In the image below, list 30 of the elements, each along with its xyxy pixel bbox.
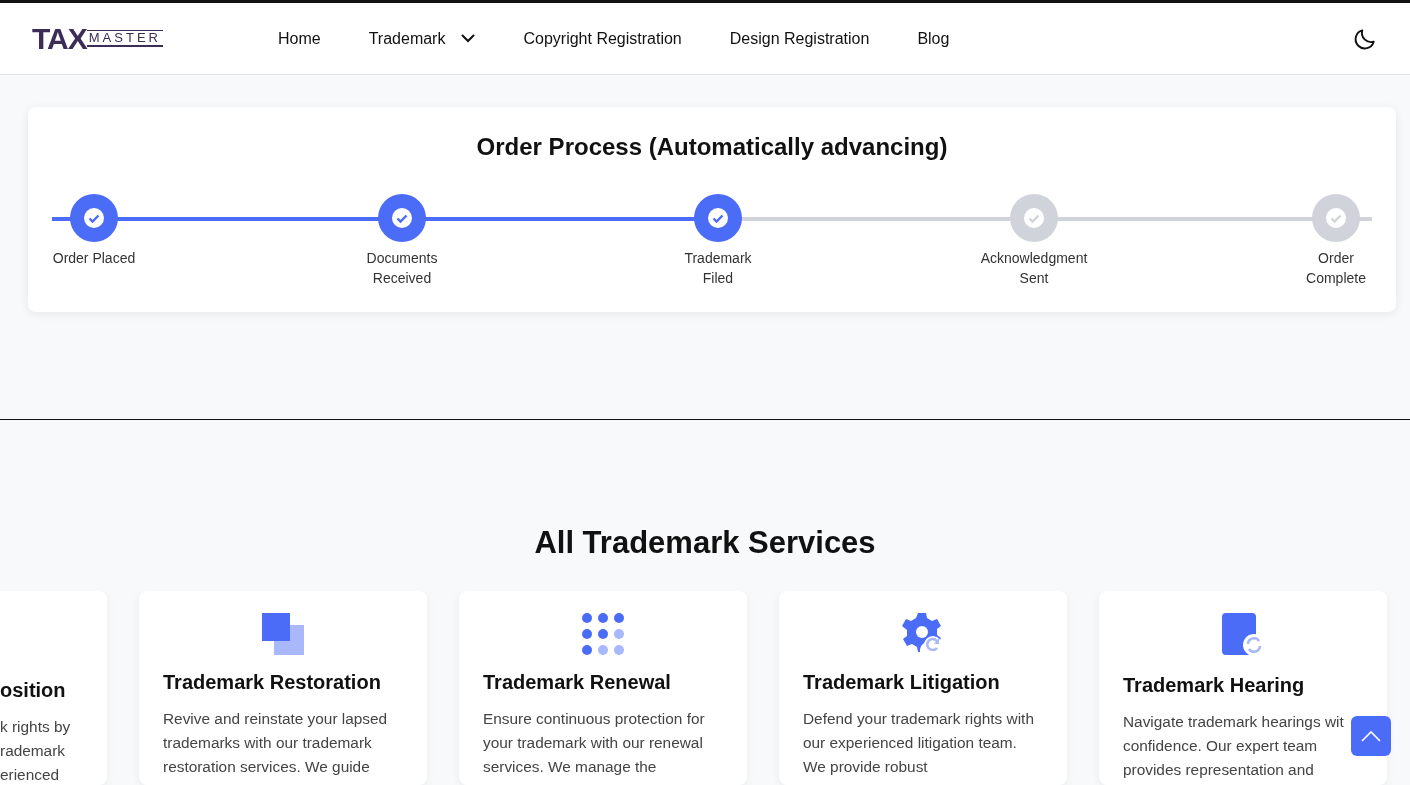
nav-link[interactable]: Copyright Registration bbox=[523, 26, 682, 51]
logo-wordmark[interactable]: MASTER bbox=[86, 29, 163, 48]
dots-grid-icon bbox=[582, 613, 624, 656]
step-label: Order Complete bbox=[1305, 248, 1367, 288]
section-title: All Trademark Services bbox=[533, 524, 877, 562]
section-title: Order Process (Automatically advancing) bbox=[475, 133, 949, 162]
card-text: Ensure continuous protection for your trademark with our renewal services. We manage the bbox=[483, 709, 706, 778]
squares-icon bbox=[262, 613, 304, 656]
logo-mark[interactable]: TAX bbox=[32, 23, 87, 54]
card-text: Defend your trademark rights with our experienced litigation team. We provide robust bbox=[803, 709, 1035, 778]
chevron-up-icon[interactable] bbox=[1361, 730, 1381, 742]
step-label: Order Placed bbox=[52, 248, 136, 268]
nav-link[interactable]: Blog bbox=[917, 26, 950, 51]
step-label: Trademark Filed bbox=[683, 248, 753, 288]
card-title: Trademark Litigation bbox=[803, 670, 1001, 696]
document-sync-icon bbox=[1222, 613, 1264, 656]
nav-link[interactable]: Design Registration bbox=[729, 26, 870, 51]
back-to-top-button[interactable] bbox=[1351, 716, 1391, 756]
nav-link[interactable]: Home bbox=[278, 26, 321, 51]
card-title: Trademark Restoration bbox=[163, 670, 382, 696]
card-text: Navigate trademark hearings wit confidence. Our expert team provides representation and bbox=[1123, 712, 1345, 781]
chevron-down-icon[interactable] bbox=[461, 34, 476, 43]
card-title: osition bbox=[0, 678, 67, 704]
step-label: Acknowledgment Sent bbox=[980, 248, 1088, 288]
card-title: Trademark Hearing bbox=[1123, 673, 1306, 699]
step-label: Documents Received bbox=[365, 248, 439, 288]
nav-dropdown[interactable]: Trademark bbox=[368, 26, 446, 51]
card-text: Revive and reinstate your lapsed trademarks with our trademark restoration services. We guide bbox=[163, 709, 389, 778]
card-text: k rights by rademark erienced bbox=[0, 717, 72, 785]
card-title: Trademark Renewal bbox=[483, 670, 672, 696]
